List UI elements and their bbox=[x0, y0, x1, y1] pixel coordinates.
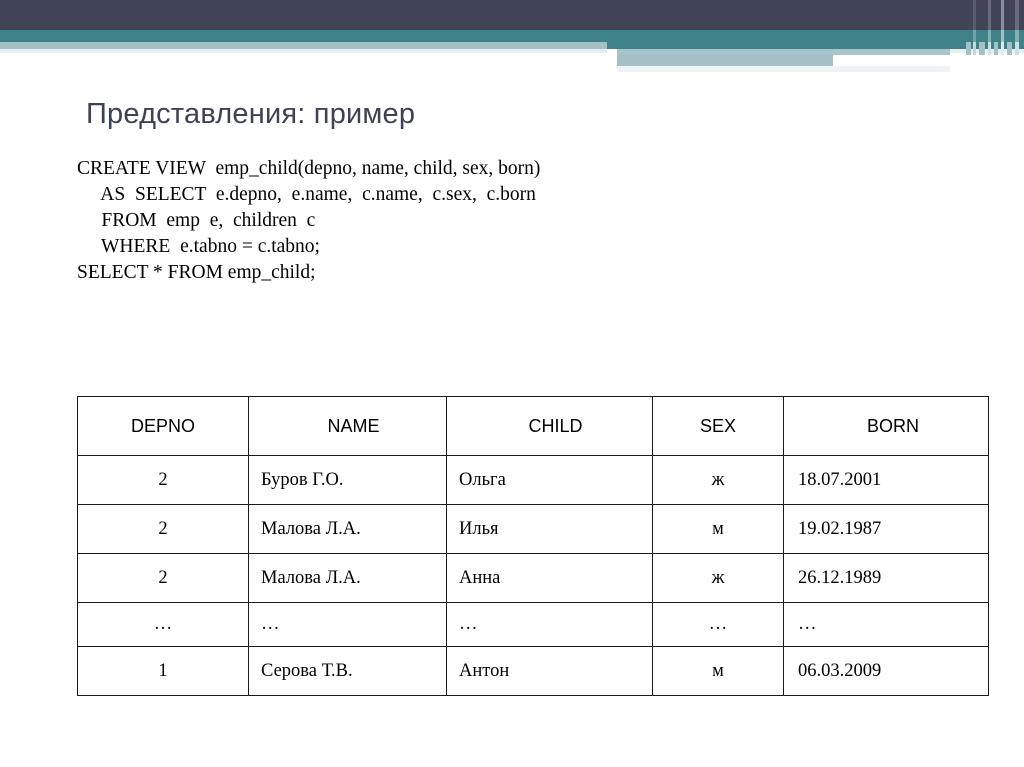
header-vertical-stripe-2-top bbox=[979, 0, 985, 30]
page-title: Представления: пример bbox=[86, 98, 416, 130]
table-column-header-depno: DEPNO bbox=[77, 396, 249, 456]
header-vertical-stripe-6-mid bbox=[1007, 30, 1012, 42]
table-cell-depno: 2 bbox=[77, 455, 249, 505]
table-cell-name: Малова Л.А. bbox=[248, 553, 447, 603]
header-vertical-stripe-7-top bbox=[1015, 0, 1019, 30]
table-cell-sex: ж bbox=[652, 553, 784, 603]
table-row: 2 Малова Л.А. Илья м 19.02.1987 bbox=[77, 504, 989, 554]
table-cell-depno: 2 bbox=[77, 553, 249, 603]
header-vertical-stripe-6-low bbox=[1007, 42, 1012, 55]
table-cell-born: … bbox=[783, 602, 989, 647]
table-cell-sex: … bbox=[652, 602, 784, 647]
header-vertical-stripe-0-top bbox=[966, 0, 971, 30]
query-result-table: DEPNO NAME CHILD SEX BORN 2 Буров Г.О. Ольга ж 1… bbox=[77, 396, 989, 696]
sql-line-5: SELECT * FROM emp_child; bbox=[77, 262, 316, 283]
sql-line-2: AS SELECT e.depno, e.name, c.name, c.sex… bbox=[77, 184, 536, 205]
table-column-header-born: BORN bbox=[783, 396, 989, 456]
table-cell-depno: 1 bbox=[77, 646, 249, 696]
table-body: 2 Буров Г.О. Ольга ж 18.07.2001 2 Малова Л.А. И… bbox=[77, 455, 989, 696]
table-row: 2 Буров Г.О. Ольга ж 18.07.2001 bbox=[77, 455, 989, 505]
header-vertical-stripe-7-low bbox=[1015, 42, 1019, 55]
table-cell-child: Илья bbox=[446, 504, 653, 554]
header-vertical-stripe-7-mid bbox=[1015, 30, 1019, 42]
header-vertical-stripe-1-mid bbox=[973, 30, 976, 42]
table-row: 1 Серова Т.В. Антон м 06.03.2009 bbox=[77, 646, 989, 696]
header-vertical-stripe-0-mid bbox=[966, 30, 971, 42]
table-cell-name: Серова Т.В. bbox=[248, 646, 447, 696]
table-column-header-child: CHILD bbox=[446, 396, 653, 456]
table-cell-name: Буров Г.О. bbox=[248, 455, 447, 505]
table-header-row: DEPNO NAME CHILD SEX BORN bbox=[77, 396, 989, 456]
table-row: …………… bbox=[77, 602, 989, 647]
header-vertical-stripe-4-low bbox=[994, 42, 998, 55]
header-accent-bar-teal bbox=[607, 42, 1024, 49]
table-header: DEPNO NAME CHILD SEX BORN bbox=[77, 396, 989, 456]
sql-code-block: CREATE VIEW emp_child(depno, name, child… bbox=[77, 156, 540, 286]
table-cell-child: Ольга bbox=[446, 455, 653, 505]
sql-line-3: FROM emp e, children c bbox=[77, 210, 316, 231]
header-accent-bar-light-2-gap bbox=[833, 55, 950, 66]
header-accent-bar-pale bbox=[617, 66, 950, 72]
header-band-dark bbox=[0, 0, 1024, 30]
header-band-teal bbox=[0, 30, 1024, 42]
header-vertical-stripe-0-low bbox=[966, 42, 971, 55]
table-cell-name: Малова Л.А. bbox=[248, 504, 447, 554]
header-vertical-stripe-2-low bbox=[979, 42, 985, 55]
table-cell-depno: 2 bbox=[77, 504, 249, 554]
table-cell-sex: м bbox=[652, 504, 784, 554]
header-vertical-stripe-6-top bbox=[1007, 0, 1012, 30]
header-vertical-stripe-3-mid bbox=[988, 30, 991, 42]
header-accent-bar-light-2 bbox=[617, 55, 833, 66]
header-vertical-stripe-3-low bbox=[988, 42, 991, 55]
table-cell-child: Анна bbox=[446, 553, 653, 603]
table-cell-sex: м bbox=[652, 646, 784, 696]
header-vertical-stripe-5-mid bbox=[1001, 30, 1004, 42]
header-vertical-stripe-1-low bbox=[973, 42, 976, 55]
table-cell-born: 06.03.2009 bbox=[783, 646, 989, 696]
header-vertical-stripe-3-top bbox=[988, 0, 991, 30]
table-column-header-name: NAME bbox=[248, 396, 447, 456]
header-vertical-stripe-2-mid bbox=[979, 30, 985, 42]
table-cell-sex: ж bbox=[652, 455, 784, 505]
sql-line-4: WHERE e.tabno = c.tabno; bbox=[77, 236, 320, 257]
slide-header-decoration bbox=[0, 0, 1024, 80]
table-cell-born: 18.07.2001 bbox=[783, 455, 989, 505]
table-cell-child: Антон bbox=[446, 646, 653, 696]
header-vertical-stripe-1-top bbox=[973, 0, 976, 30]
table-row: 2 Малова Л.А. Анна ж 26.12.1989 bbox=[77, 553, 989, 603]
table-cell-depno: … bbox=[77, 602, 249, 647]
table-column-header-sex: SEX bbox=[652, 396, 784, 456]
table-cell-born: 26.12.1989 bbox=[783, 553, 989, 603]
header-vertical-stripe-4-mid bbox=[994, 30, 998, 42]
table-cell-born: 19.02.1987 bbox=[783, 504, 989, 554]
table-cell-name: … bbox=[248, 602, 447, 647]
header-vertical-stripe-5-low bbox=[1001, 42, 1004, 55]
header-vertical-stripe-4-top bbox=[994, 0, 998, 30]
table-cell-child: … bbox=[446, 602, 653, 647]
sql-line-1: CREATE VIEW emp_child(depno, name, child… bbox=[77, 158, 541, 179]
header-vertical-stripe-5-top bbox=[1001, 0, 1004, 30]
